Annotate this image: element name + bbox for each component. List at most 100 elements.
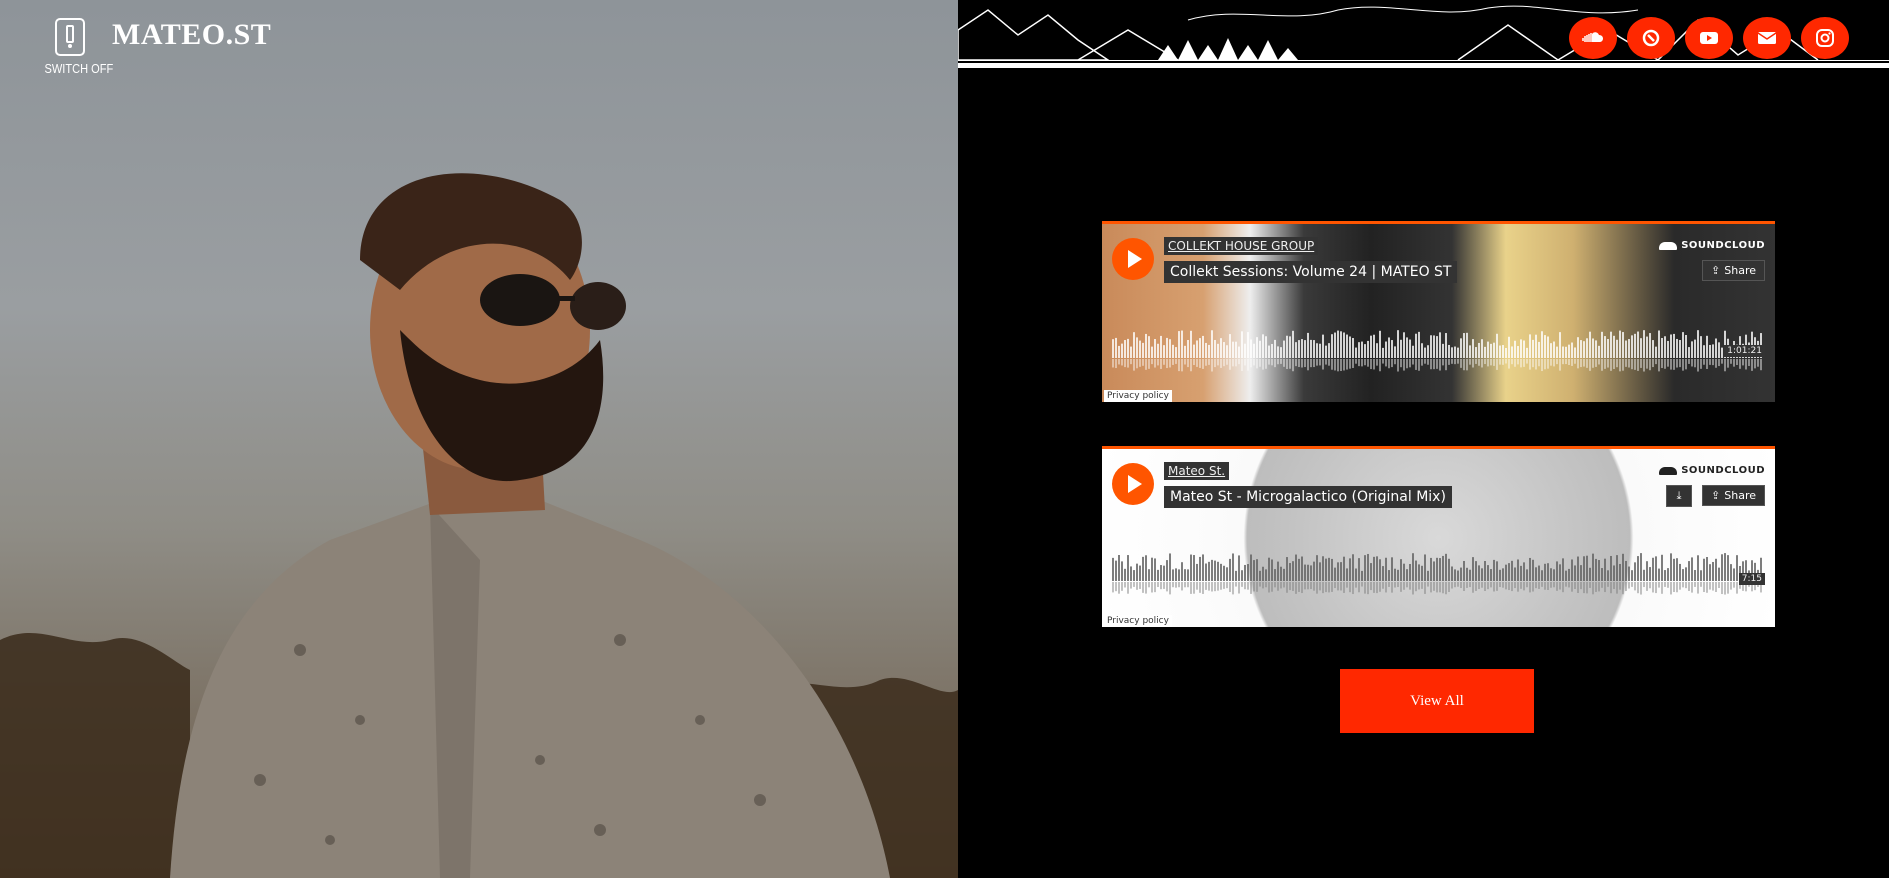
waveform-reflection bbox=[1559, 359, 1561, 371]
waveform-reflection bbox=[1265, 359, 1267, 369]
waveform-reflection bbox=[1328, 359, 1330, 366]
waveform-reflection bbox=[1529, 359, 1531, 370]
download-button[interactable]: ⤓ bbox=[1666, 485, 1692, 507]
waveform-reflection bbox=[1637, 582, 1639, 594]
waveform-reflection bbox=[1244, 359, 1246, 366]
player-artist-link[interactable]: COLLEKT HOUSE GROUP bbox=[1164, 237, 1319, 255]
waveform-reflection bbox=[1601, 582, 1603, 588]
waveform-reflection bbox=[1406, 359, 1408, 369]
waveform[interactable] bbox=[1112, 328, 1765, 374]
soundcloud-player[interactable]: Mateo St. Mateo St - Microgalactico (Ori… bbox=[1102, 446, 1775, 627]
view-all-button[interactable]: View All bbox=[1340, 669, 1534, 733]
waveform-bar bbox=[1334, 332, 1336, 358]
waveform-reflection bbox=[1484, 359, 1486, 365]
waveform-bar bbox=[1376, 343, 1378, 358]
soundcloud-player[interactable]: COLLEKT HOUSE GROUP Collekt Sessions: Vo… bbox=[1102, 221, 1775, 402]
waveform-reflection bbox=[1280, 582, 1282, 589]
soundcloud-brand[interactable]: SOUNDCLOUD bbox=[1659, 240, 1765, 251]
waveform-bar bbox=[1268, 345, 1270, 358]
waveform-reflection bbox=[1412, 582, 1414, 595]
waveform-bar bbox=[1688, 347, 1690, 358]
waveform-bar bbox=[1505, 347, 1507, 358]
waveform-bar bbox=[1589, 567, 1591, 581]
waveform-bar bbox=[1649, 333, 1651, 358]
waveform-bar bbox=[1169, 339, 1171, 358]
player-track-title[interactable]: Collekt Sessions: Volume 24 | MATEO ST bbox=[1164, 261, 1458, 283]
privacy-policy-link[interactable]: Privacy policy bbox=[1104, 615, 1172, 627]
waveform-bar bbox=[1580, 565, 1582, 581]
waveform-bar bbox=[1379, 330, 1381, 358]
waveform-bar bbox=[1670, 553, 1672, 581]
share-button[interactable]: ⇪ Share bbox=[1702, 260, 1765, 281]
waveform-bar bbox=[1286, 335, 1288, 358]
waveform-reflection bbox=[1352, 359, 1354, 368]
waveform-bar bbox=[1523, 562, 1525, 581]
player-artist-link[interactable]: Mateo St. bbox=[1164, 462, 1230, 480]
waveform-reflection bbox=[1295, 582, 1297, 594]
waveform-bar bbox=[1550, 568, 1552, 581]
waveform-bar bbox=[1535, 567, 1537, 581]
waveform[interactable] bbox=[1112, 551, 1765, 597]
waveform-bar bbox=[1430, 335, 1432, 358]
waveform-reflection bbox=[1622, 359, 1624, 371]
waveform-reflection bbox=[1733, 359, 1735, 367]
player-track-title[interactable]: Mateo St - Microgalactico (Original Mix) bbox=[1164, 486, 1452, 508]
waveform-reflection bbox=[1292, 359, 1294, 372]
waveform-reflection bbox=[1739, 359, 1741, 369]
waveform-reflection bbox=[1139, 359, 1141, 367]
waveform-reflection bbox=[1163, 582, 1165, 589]
beatport-link[interactable] bbox=[1627, 17, 1675, 59]
waveform-reflection bbox=[1208, 359, 1210, 365]
waveform-bar bbox=[1343, 556, 1345, 581]
waveform-reflection bbox=[1169, 582, 1171, 595]
waveform-bar bbox=[1703, 345, 1705, 358]
waveform-bar bbox=[1502, 345, 1504, 358]
waveform-reflection bbox=[1337, 582, 1339, 591]
waveform-bar bbox=[1238, 346, 1240, 358]
waveform-bar bbox=[1376, 556, 1378, 581]
waveform-reflection bbox=[1637, 359, 1639, 371]
waveform-reflection bbox=[1664, 582, 1666, 587]
waveform-reflection bbox=[1181, 359, 1183, 372]
play-button[interactable] bbox=[1112, 238, 1154, 280]
waveform-bar bbox=[1502, 568, 1504, 581]
play-button[interactable] bbox=[1112, 463, 1154, 505]
waveform-bar bbox=[1181, 562, 1183, 581]
youtube-link[interactable] bbox=[1685, 17, 1733, 59]
waveform-bar bbox=[1382, 566, 1384, 581]
waveform-bar bbox=[1700, 336, 1702, 358]
waveform-bar bbox=[1133, 570, 1135, 581]
waveform-bar bbox=[1397, 330, 1399, 358]
waveform-reflection bbox=[1397, 582, 1399, 588]
waveform-bar bbox=[1730, 564, 1732, 581]
waveform-bar bbox=[1322, 556, 1324, 581]
waveform-reflection bbox=[1631, 582, 1633, 587]
waveform-reflection bbox=[1469, 359, 1471, 365]
privacy-policy-link[interactable]: Privacy policy bbox=[1104, 390, 1172, 402]
instagram-link[interactable] bbox=[1801, 17, 1849, 59]
soundcloud-logo-icon bbox=[1659, 466, 1678, 475]
waveform-reflection bbox=[1154, 359, 1156, 368]
waveform-reflection bbox=[1145, 359, 1147, 370]
waveform-bar bbox=[1625, 560, 1627, 581]
waveform-bar bbox=[1697, 555, 1699, 581]
email-link[interactable] bbox=[1743, 17, 1791, 59]
site-logo[interactable]: MATEO.ST bbox=[112, 18, 271, 52]
waveform-bar bbox=[1403, 332, 1405, 358]
waveform-bar bbox=[1586, 338, 1588, 358]
share-button[interactable]: ⇪ Share bbox=[1702, 485, 1765, 506]
soundcloud-link[interactable] bbox=[1569, 17, 1617, 59]
waveform-bar bbox=[1283, 568, 1285, 581]
waveform-reflection bbox=[1145, 582, 1147, 594]
waveform-bar bbox=[1424, 347, 1426, 358]
waveform-bar bbox=[1679, 563, 1681, 581]
waveform-bar bbox=[1271, 559, 1273, 581]
waveform-reflection bbox=[1610, 582, 1612, 594]
soundcloud-brand[interactable]: SOUNDCLOUD bbox=[1659, 465, 1765, 476]
waveform-bar bbox=[1409, 339, 1411, 358]
waveform-bar bbox=[1520, 565, 1522, 581]
switch-off-toggle[interactable]: SWITCH OFF bbox=[40, 18, 113, 76]
waveform-reflection bbox=[1196, 359, 1198, 367]
waveform-reflection bbox=[1724, 359, 1726, 372]
waveform-bar bbox=[1421, 565, 1423, 581]
